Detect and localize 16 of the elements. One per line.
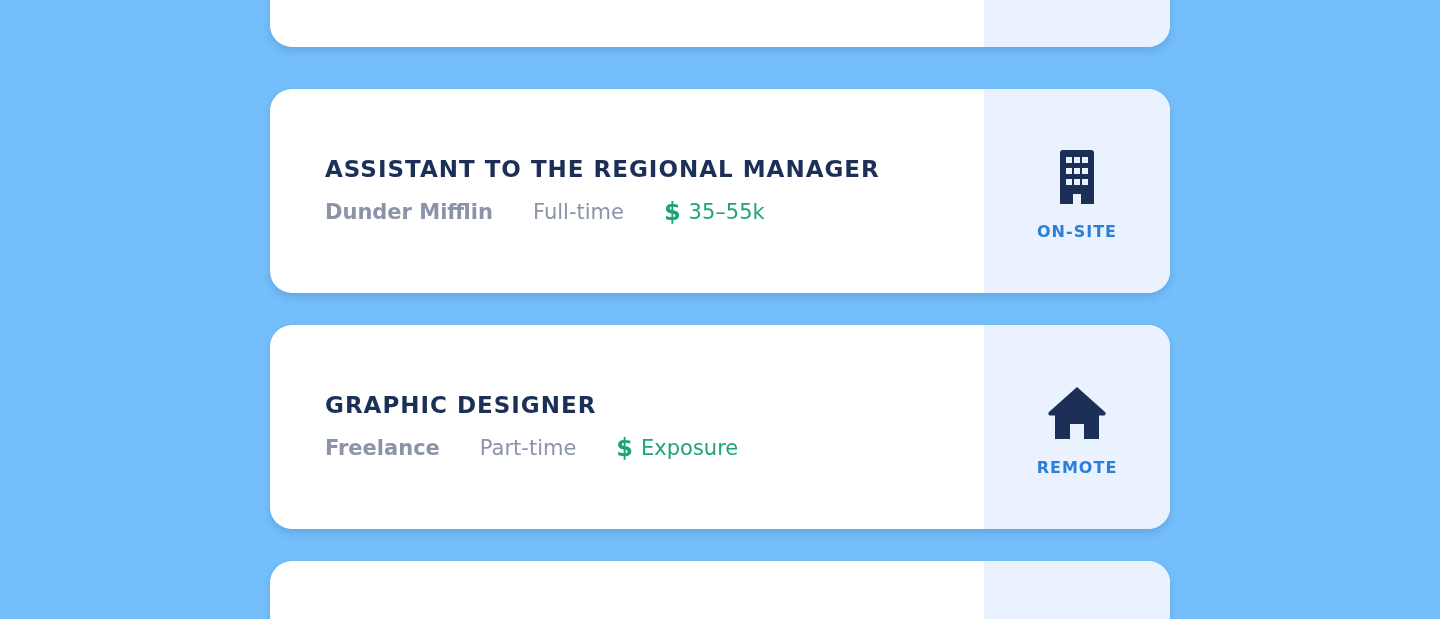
- house-icon: [1047, 385, 1107, 440]
- company-name: Freelance: [325, 436, 440, 460]
- job-card[interactable]: ASSISTANT TO THE REGIONAL MANAGER Dunder Mifflin Full-time $ 35–55k ON-SITE: [270, 89, 1170, 293]
- salary: Exposure: [641, 436, 739, 460]
- building-icon: [1057, 149, 1097, 204]
- dollar-icon: $: [663, 198, 681, 226]
- job-type: Full-time: [532, 200, 624, 224]
- work-mode-label: REMOTE: [1036, 457, 1118, 477]
- job-title: GRAPHIC DESIGNER: [325, 392, 598, 418]
- job-type: Part-time: [479, 436, 577, 460]
- work-mode-label: ON-SITE: [1037, 221, 1117, 241]
- job-title: ASSISTANT TO THE REGIONAL MANAGER: [325, 156, 881, 182]
- job-card[interactable]: GRAPHIC DESIGNER Freelance Part-time $ Exposure REMOTE: [270, 325, 1170, 529]
- dollar-icon: $: [616, 434, 634, 462]
- company-name: Dunder Mifflin: [325, 200, 493, 224]
- salary: 35–55k: [688, 200, 765, 224]
